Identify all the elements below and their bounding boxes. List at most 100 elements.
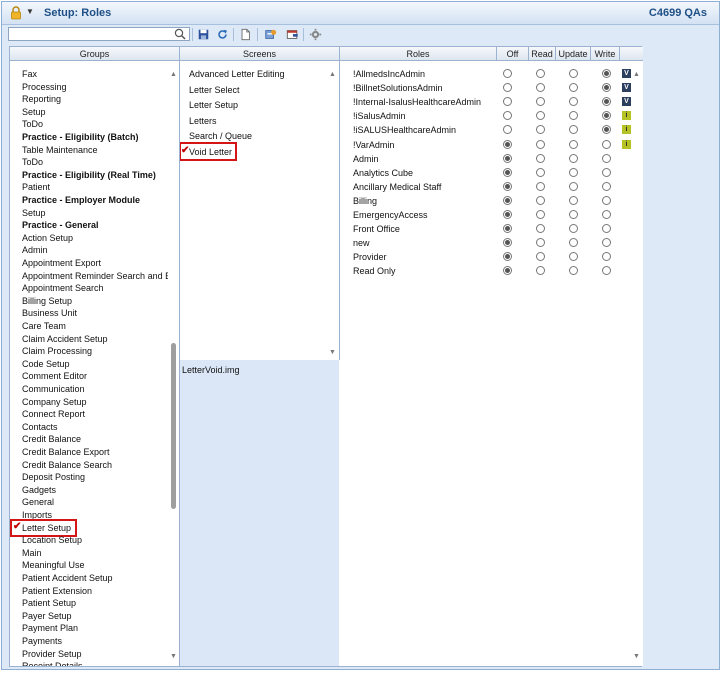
access-read-radio[interactable] xyxy=(536,266,545,276)
group-item[interactable]: Location Setup xyxy=(22,534,168,546)
group-item[interactable]: Business Unit xyxy=(22,307,168,319)
scrollbar-thumb[interactable] xyxy=(171,343,176,509)
access-write-radio[interactable] xyxy=(602,195,611,205)
group-header[interactable]: Practice - Eligibility (Real Time) xyxy=(22,169,168,181)
access-update-radio[interactable] xyxy=(569,97,578,107)
group-item[interactable]: Payer Setup xyxy=(22,610,168,622)
group-item[interactable]: Appointment Export xyxy=(22,257,168,269)
access-update-radio[interactable] xyxy=(569,167,578,177)
group-item[interactable]: Admin xyxy=(22,244,168,256)
access-write-radio[interactable] xyxy=(602,111,611,121)
access-write-radio[interactable] xyxy=(602,139,611,149)
refresh-icon[interactable] xyxy=(215,27,230,42)
groups-list[interactable]: ▲ ▼ Fax Processing Reporting Setup ToDo Pract… xyxy=(10,61,180,666)
access-write-radio[interactable] xyxy=(602,125,611,135)
group-item[interactable]: Patient Setup xyxy=(22,597,168,609)
group-item[interactable]: Billing Setup xyxy=(22,295,168,307)
group-item[interactable]: Table Maintenance xyxy=(22,144,168,156)
scroll-up-icon[interactable]: ▲ xyxy=(632,71,641,79)
group-item[interactable]: Processing xyxy=(22,81,168,93)
scroll-down-icon[interactable]: ▼ xyxy=(169,653,178,661)
access-off-radio[interactable] xyxy=(503,111,512,121)
access-update-radio[interactable] xyxy=(569,111,578,121)
access-off-radio[interactable] xyxy=(503,153,512,163)
group-item[interactable]: Setup xyxy=(22,207,168,219)
access-off-radio[interactable] xyxy=(503,97,512,107)
access-update-radio[interactable] xyxy=(569,238,578,248)
access-off-radio[interactable] xyxy=(503,167,512,177)
group-item[interactable]: Deposit Posting xyxy=(22,471,168,483)
group-item[interactable]: Patient Accident Setup xyxy=(22,572,168,584)
group-item[interactable]: Main xyxy=(22,547,168,559)
access-write-radio[interactable] xyxy=(602,224,611,234)
access-update-radio[interactable] xyxy=(569,224,578,234)
group-item[interactable]: Fax xyxy=(22,68,168,80)
access-update-radio[interactable] xyxy=(569,83,578,93)
access-off-radio[interactable] xyxy=(503,266,512,276)
export-icon[interactable] xyxy=(285,27,300,42)
access-read-radio[interactable] xyxy=(536,111,545,121)
access-update-radio[interactable] xyxy=(569,125,578,135)
access-read-radio[interactable] xyxy=(536,252,545,262)
access-read-radio[interactable] xyxy=(536,195,545,205)
group-item[interactable]: Claim Processing xyxy=(22,345,168,357)
screen-item[interactable]: Letters xyxy=(189,115,217,127)
group-item[interactable]: Receipt Details xyxy=(22,660,168,666)
new-document-icon[interactable] xyxy=(238,27,253,42)
group-header[interactable]: Practice - Eligibility (Batch) xyxy=(22,131,168,143)
access-write-radio[interactable] xyxy=(602,210,611,219)
group-item[interactable]: Provider Setup xyxy=(22,648,168,660)
scroll-up-icon[interactable]: ▲ xyxy=(328,71,337,79)
access-update-radio[interactable] xyxy=(569,252,578,262)
screen-item[interactable]: Advanced Letter Editing xyxy=(189,68,285,80)
access-update-radio[interactable] xyxy=(569,210,578,219)
group-item[interactable]: Appointment Search xyxy=(22,282,168,294)
access-off-radio[interactable] xyxy=(503,69,512,78)
group-header[interactable]: Practice - General xyxy=(22,219,168,231)
access-off-radio[interactable] xyxy=(503,125,512,135)
access-write-radio[interactable] xyxy=(602,238,611,248)
save-icon[interactable] xyxy=(196,27,211,42)
screen-item[interactable]: Letter Setup xyxy=(189,99,238,111)
search-input[interactable] xyxy=(8,27,190,41)
access-off-radio[interactable] xyxy=(503,210,512,219)
group-item[interactable]: ToDo xyxy=(22,156,168,168)
access-read-radio[interactable] xyxy=(536,97,545,107)
chevron-down-icon[interactable]: ▼ xyxy=(26,7,34,16)
edit-settings-icon[interactable] xyxy=(263,27,278,42)
access-update-radio[interactable] xyxy=(569,266,578,276)
access-read-radio[interactable] xyxy=(536,224,545,234)
group-item[interactable]: Communication xyxy=(22,383,168,395)
scroll-up-icon[interactable]: ▲ xyxy=(169,71,178,79)
lock-icon[interactable] xyxy=(9,6,23,20)
access-off-radio[interactable] xyxy=(503,83,512,93)
group-item[interactable]: Payments xyxy=(22,635,168,647)
group-item[interactable]: General xyxy=(22,496,168,508)
group-item[interactable]: Claim Accident Setup xyxy=(22,333,168,345)
access-update-radio[interactable] xyxy=(569,181,578,191)
scroll-down-icon[interactable]: ▼ xyxy=(632,653,641,661)
access-off-radio[interactable] xyxy=(503,195,512,205)
group-item[interactable]: Connect Report xyxy=(22,408,168,420)
access-read-radio[interactable] xyxy=(536,125,545,135)
access-read-radio[interactable] xyxy=(536,139,545,149)
access-write-radio[interactable] xyxy=(602,252,611,262)
access-read-radio[interactable] xyxy=(536,238,545,248)
access-write-radio[interactable] xyxy=(602,83,611,93)
group-header[interactable]: Practice - Employer Module xyxy=(22,194,168,206)
access-off-radio[interactable] xyxy=(503,252,512,262)
access-update-radio[interactable] xyxy=(569,69,578,78)
access-read-radio[interactable] xyxy=(536,210,545,219)
access-write-radio[interactable] xyxy=(602,181,611,191)
group-item[interactable]: Setup xyxy=(22,106,168,118)
group-item[interactable]: Reporting xyxy=(22,93,168,105)
group-item[interactable]: Care Team xyxy=(22,320,168,332)
group-item[interactable]: Appointment Reminder Search and Exp xyxy=(22,270,168,282)
roles-list[interactable]: ▲ ▼ !AllmedsIncAdmin V !BillnetSolutionsAd… xyxy=(340,61,643,666)
access-read-radio[interactable] xyxy=(536,153,545,163)
access-off-radio[interactable] xyxy=(503,238,512,248)
group-item[interactable]: Payment Plan xyxy=(22,622,168,634)
gear-icon[interactable] xyxy=(308,27,323,42)
screens-list[interactable]: ▲ ▼ Advanced Letter Editing Letter Select… xyxy=(180,61,340,360)
group-item[interactable]: Patient xyxy=(22,181,168,193)
